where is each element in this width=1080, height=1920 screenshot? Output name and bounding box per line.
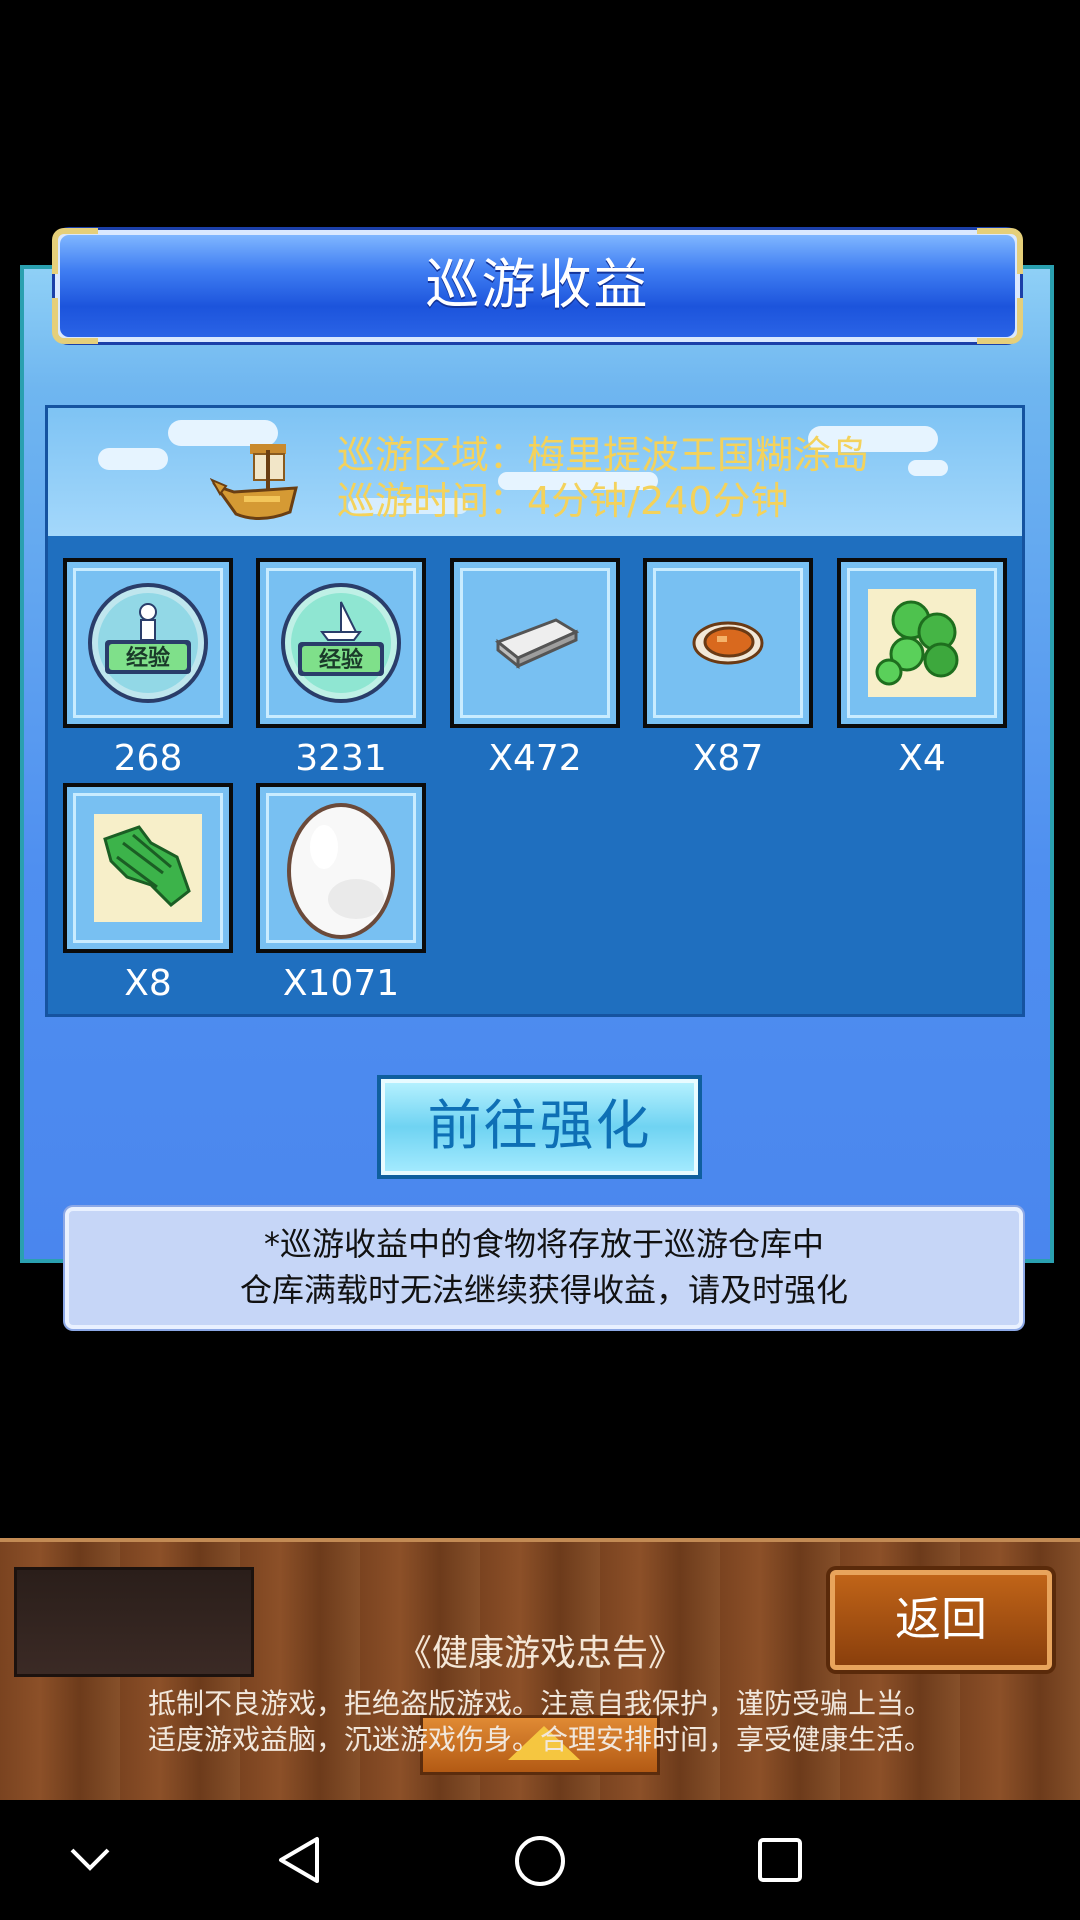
green-leaves-icon: [94, 814, 202, 922]
reward-item[interactable]: [643, 558, 813, 728]
ship-experience-icon: 经验: [281, 583, 401, 703]
reward-item[interactable]: 经验: [256, 558, 426, 728]
green-peas-icon: [868, 589, 976, 697]
reward-count: X87: [692, 738, 764, 779]
health-advice-line: 抵制不良游戏，拒绝盗版游戏。注意自我保护，谨防受骗上当。: [147, 1687, 932, 1720]
cloud: [908, 460, 948, 476]
reward-item[interactable]: 经验: [63, 558, 233, 728]
silver-ingot-icon: [495, 618, 580, 670]
reward-count: X8: [124, 963, 172, 1004]
storage-notice: *巡游收益中的食物将存放于巡游仓库中 仓库满载时无法继续获得收益，请及时强化: [65, 1207, 1023, 1329]
reward-count: X1071: [282, 963, 400, 1004]
cruise-info-text: 巡游区域：梅里提波王国糊涂岛 巡游时间：4分钟/240分钟: [337, 432, 869, 524]
reward-count: 3231: [295, 738, 387, 779]
reward-count: X4: [898, 738, 946, 779]
reward-item[interactable]: [837, 558, 1007, 728]
person-experience-icon: 经验: [88, 583, 208, 703]
cruise-time-label: 巡游时间：4分钟/240分钟: [337, 479, 789, 523]
health-advice-line: 适度游戏益脑，沉迷游戏伤身。合理安排时间，享受健康生活。: [147, 1723, 932, 1756]
cloud: [98, 448, 168, 470]
experience-badge-label: 经验: [126, 645, 170, 671]
recents-square-icon[interactable]: [756, 1836, 804, 1884]
reward-count: 268: [113, 738, 183, 779]
system-navigation-bar: [0, 1800, 1080, 1920]
reward-item[interactable]: [450, 558, 620, 728]
experience-badge-label: 经验: [319, 647, 363, 673]
go-upgrade-button[interactable]: 前往强化: [377, 1075, 702, 1179]
cruise-area-label: 巡游区域：梅里提波王国糊涂岛: [337, 433, 870, 477]
golden-ship-icon: [210, 444, 298, 520]
egg-icon: [287, 803, 395, 939]
notice-line: *巡游收益中的食物将存放于巡游仓库中: [263, 1225, 824, 1263]
dialog-title: 巡游收益: [425, 253, 650, 316]
notice-line: 仓库满载时无法继续获得收益，请及时强化: [239, 1271, 848, 1309]
chevron-down-icon[interactable]: [68, 1844, 112, 1874]
back-triangle-icon[interactable]: [275, 1835, 325, 1885]
home-circle-icon[interactable]: [513, 1834, 567, 1888]
health-advice-title: 《健康游戏忠告》: [395, 1633, 684, 1674]
roast-meat-icon: [692, 621, 764, 665]
reward-item[interactable]: [63, 783, 233, 953]
reward-count: X472: [488, 738, 582, 779]
reward-item[interactable]: [256, 783, 426, 953]
